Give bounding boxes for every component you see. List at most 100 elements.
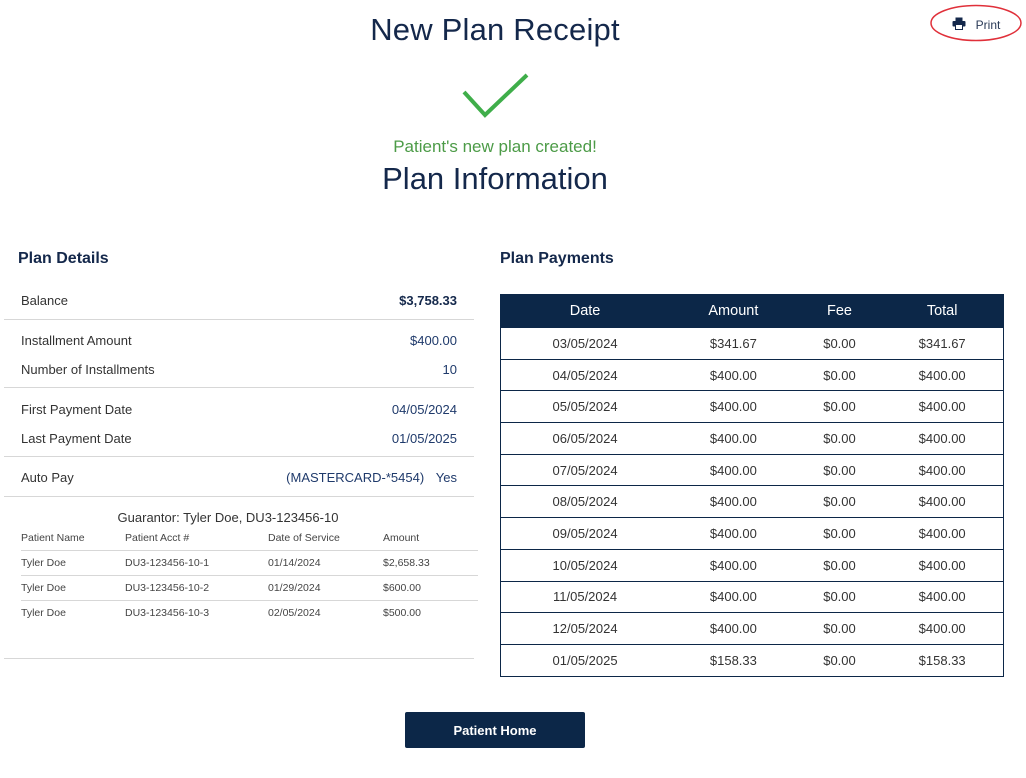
total-cell: $400.00	[881, 517, 1004, 550]
date-cell: 12/05/2024	[500, 612, 670, 645]
table-row: 10/05/2024 $400.00 $0.00 $400.00	[500, 548, 1004, 581]
total-cell: $400.00	[881, 580, 1004, 613]
total-cell: $400.00	[881, 548, 1004, 581]
fee-cell: $0.00	[797, 327, 882, 360]
total-cell: $400.00	[881, 485, 1004, 518]
auto-pay-label: Auto Pay	[21, 470, 74, 485]
column-header: Amount	[383, 529, 478, 551]
table-row: 06/05/2024 $400.00 $0.00 $400.00	[500, 422, 1004, 455]
payments-header-row: Date Amount Fee Total	[500, 294, 1004, 328]
page-title: New Plan Receipt	[370, 12, 620, 47]
total-cell: $400.00	[881, 612, 1004, 645]
amount-cell: $341.67	[669, 327, 798, 360]
fee-cell: $0.00	[797, 580, 882, 613]
column-header: Date of Service	[268, 529, 383, 551]
installment-amount-value: $400.00	[410, 333, 457, 348]
plan-payments-table: Date Amount Fee Total 03/05/2024 $341.67 $…	[500, 294, 1004, 677]
total-cell: $341.67	[881, 327, 1004, 360]
first-payment-date-value: 04/05/2024	[391, 402, 457, 417]
total-cell: $400.00	[881, 453, 1004, 486]
table-row: 11/05/2024 $400.00 $0.00 $400.00	[500, 580, 1004, 613]
auto-pay-value: (MASTERCARD-*5454) Yes	[286, 470, 457, 485]
table-row: Tyler Doe DU3-123456-10-1 01/14/2024 $2,…	[21, 550, 478, 576]
amount-cell: $400.00	[669, 517, 798, 550]
date-cell: 10/05/2024	[500, 548, 670, 581]
checkmark-icon	[461, 70, 531, 125]
fee-cell: $0.00	[797, 612, 882, 645]
patient-acct-cell: DU3-123456-10-1	[125, 550, 268, 576]
date-cell: 07/05/2024	[500, 453, 670, 486]
column-header: Date	[500, 294, 670, 328]
fee-cell: $0.00	[797, 422, 882, 455]
date-cell: 04/05/2024	[500, 358, 670, 391]
total-cell: $400.00	[881, 422, 1004, 455]
table-row: 09/05/2024 $400.00 $0.00 $400.00	[500, 517, 1004, 550]
divider	[4, 658, 474, 659]
column-header: Patient Name	[21, 529, 125, 551]
amount-cell: $400.00	[669, 422, 798, 455]
patient-acct-cell: DU3-123456-10-3	[125, 607, 210, 620]
column-header: Fee	[797, 294, 882, 328]
number-of-installments-label: Number of Installments	[21, 362, 155, 377]
table-row: Tyler Doe DU3-123456-10-3 02/05/2024 $50…	[21, 601, 478, 626]
table-row: 12/05/2024 $400.00 $0.00 $400.00	[500, 612, 1004, 645]
column-header: Patient Acct #	[125, 529, 268, 551]
balance-label: Balance	[21, 293, 68, 308]
column-header: Total	[881, 294, 1004, 328]
table-row: 04/05/2024 $400.00 $0.00 $400.00	[500, 358, 1004, 391]
guarantor-title: Guarantor: Tyler Doe, DU3-123456-10	[117, 510, 339, 525]
amount-cell: $500.00	[383, 607, 421, 620]
fee-cell: $0.00	[797, 453, 882, 486]
last-payment-date-value: 01/05/2025	[391, 431, 457, 446]
amount-cell: $400.00	[669, 612, 798, 645]
date-of-service-cell: 01/29/2024	[268, 575, 383, 601]
fee-cell: $0.00	[797, 485, 882, 518]
patient-name-cell: Tyler Doe	[21, 575, 125, 601]
date-cell: 09/05/2024	[500, 517, 670, 550]
total-cell: $400.00	[881, 358, 1004, 391]
number-of-installments-value: 10	[442, 362, 457, 377]
amount-cell: $400.00	[669, 358, 798, 391]
fee-cell: $0.00	[797, 390, 882, 423]
amount-cell: $400.00	[669, 580, 798, 613]
plan-details-heading: Plan Details	[18, 250, 109, 267]
first-payment-date-label: First Payment Date	[21, 402, 133, 417]
guarantor-section: Guarantor: Tyler Doe, DU3-123456-10 Pati…	[4, 510, 478, 626]
patient-home-button[interactable]: Patient Home	[405, 712, 585, 748]
table-row: 08/05/2024 $400.00 $0.00 $400.00	[500, 485, 1004, 518]
table-row: 01/05/2025 $158.33 $0.00 $158.33	[500, 643, 1004, 677]
plan-details-panel: Balance $3,758.33 Installment Amount $40…	[4, 285, 474, 497]
date-cell: 03/05/2024	[500, 327, 670, 360]
patient-name-cell: Tyler Doe	[21, 607, 66, 620]
amount-cell: $158.33	[669, 643, 798, 677]
plan-payments-heading: Plan Payments	[500, 250, 614, 267]
patient-acct-cell: DU3-123456-10-2	[125, 575, 268, 601]
date-of-service-cell: 01/14/2024	[268, 550, 383, 576]
patient-name-cell: Tyler Doe	[21, 550, 125, 576]
date-cell: 01/05/2025	[500, 643, 670, 677]
table-row: 07/05/2024 $400.00 $0.00 $400.00	[500, 453, 1004, 486]
amount-cell: $400.00	[669, 548, 798, 581]
amount-cell: $400.00	[669, 453, 798, 486]
plan-information-title: Plan Information	[382, 161, 608, 196]
installment-amount-label: Installment Amount	[21, 333, 132, 348]
table-row: Tyler Doe DU3-123456-10-2 01/29/2024 $60…	[21, 575, 478, 601]
date-cell: 11/05/2024	[500, 580, 670, 613]
total-cell: $400.00	[881, 390, 1004, 423]
fee-cell: $0.00	[797, 643, 882, 677]
table-row: 05/05/2024 $400.00 $0.00 $400.00	[500, 390, 1004, 423]
table-row: 03/05/2024 $341.67 $0.00 $341.67	[500, 327, 1004, 360]
guarantor-header-row: Patient Name Patient Acct # Date of Serv…	[21, 529, 478, 551]
date-cell: 08/05/2024	[500, 485, 670, 518]
date-cell: 05/05/2024	[500, 390, 670, 423]
fee-cell: $0.00	[797, 517, 882, 550]
print-button[interactable]: Print	[930, 4, 1022, 42]
success-message: Patient's new plan created!	[393, 137, 597, 156]
auto-pay-card: (MASTERCARD-*5454)	[286, 470, 425, 485]
total-cell: $158.33	[881, 643, 1004, 677]
amount-cell: $400.00	[669, 485, 798, 518]
last-payment-date-label: Last Payment Date	[21, 431, 132, 446]
amount-cell: $400.00	[669, 390, 798, 423]
fee-cell: $0.00	[797, 358, 882, 391]
balance-value: $3,758.33	[399, 293, 457, 308]
